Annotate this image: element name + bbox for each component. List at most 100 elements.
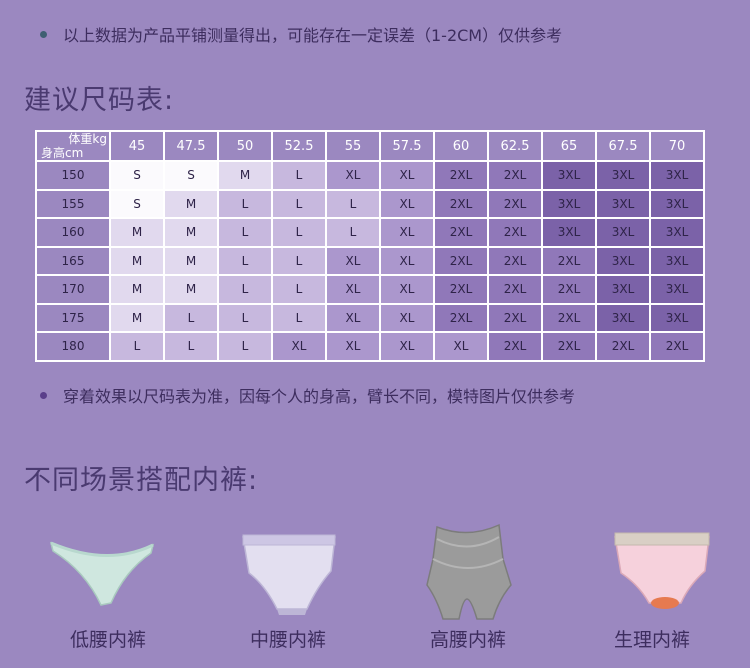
size-cell: 2XL (433, 217, 489, 248)
product-card-mid-waist[interactable]: 中腰内裤 (198, 505, 378, 665)
table-row: 165 M M L L XL XL 2XL 2XL 2XL 3XL 3XL (35, 245, 705, 276)
size-cell: 2XL (487, 331, 543, 362)
size-cell: L (217, 274, 273, 305)
size-cell: 2XL (541, 274, 597, 305)
weight-header-cell: 45 (109, 130, 165, 162)
fit-note: 穿着效果以尺码表为准，因每个人的身高，臂长不同，模特图片仅供参考 (40, 383, 575, 407)
height-header-cell: 165 (35, 245, 111, 276)
size-cell: XL (379, 188, 435, 219)
size-cell: L (271, 245, 327, 276)
weight-header-row: 体重kg 身高cm 45 47.5 50 52.5 55 57.5 60 62.… (35, 130, 705, 162)
period-brief-icon (614, 532, 710, 609)
bullet-dot (40, 391, 47, 399)
size-cell: M (217, 160, 273, 191)
size-table-body: 150 S S M L XL XL 2XL 2XL 3XL 3XL 3XL 155 S M L L L XL 2XL 2… (35, 160, 705, 362)
size-cell: 3XL (649, 274, 705, 305)
size-cell: 2XL (433, 188, 489, 219)
mid-waist-brief-icon (242, 534, 336, 615)
size-cell: 2XL (541, 331, 597, 362)
height-header-cell: 155 (35, 188, 111, 219)
table-row: 170 M M L L XL XL 2XL 2XL 2XL 3XL 3XL (35, 274, 705, 305)
bullet-dot (40, 30, 47, 38)
size-cell: 3XL (541, 160, 597, 191)
high-waist-brief-icon (426, 523, 512, 620)
table-row: 175 M L L L XL XL 2XL 2XL 2XL 3XL 3XL (35, 302, 705, 333)
size-cell: 2XL (541, 245, 597, 276)
size-cell: 3XL (595, 188, 651, 219)
table-row: 155 S M L L L XL 2XL 2XL 3XL 3XL 3XL (35, 188, 705, 219)
measurement-note-text: 以上数据为产品平铺测量得出，可能存在一定误差（1-2CM）仅供参考 (63, 26, 563, 45)
size-cell: 3XL (649, 302, 705, 333)
weight-header-cell: 65 (541, 130, 597, 162)
size-cell: 2XL (595, 331, 651, 362)
size-cell: L (271, 188, 327, 219)
size-cell: L (217, 188, 273, 219)
weight-header-cell: 67.5 (595, 130, 651, 162)
size-cell: 2XL (487, 160, 543, 191)
size-cell: L (325, 188, 381, 219)
size-cell: XL (271, 331, 327, 362)
size-chart-table: 体重kg 身高cm 45 47.5 50 52.5 55 57.5 60 62.… (35, 130, 705, 362)
size-cell: XL (325, 274, 381, 305)
product-card-low-waist[interactable]: 低腰内裤 (18, 505, 198, 665)
size-cell: 2XL (433, 245, 489, 276)
size-cell: 3XL (649, 160, 705, 191)
size-cell: XL (379, 217, 435, 248)
product-label: 生理内裤 (613, 629, 690, 651)
size-cell: 2XL (541, 302, 597, 333)
size-cell: L (163, 302, 219, 333)
size-cell: L (109, 331, 165, 362)
size-cell: 2XL (649, 331, 705, 362)
weight-header-cell: 47.5 (163, 130, 219, 162)
size-cell: 3XL (649, 188, 705, 219)
height-axis-label: 身高cm (41, 146, 84, 160)
size-cell: 3XL (649, 217, 705, 248)
size-cell: 3XL (541, 217, 597, 248)
size-cell: 3XL (595, 245, 651, 276)
size-cell: M (163, 245, 219, 276)
fit-note-text: 穿着效果以尺码表为准，因每个人的身高，臂长不同，模特图片仅供参考 (63, 387, 576, 406)
size-cell: XL (379, 160, 435, 191)
size-cell: XL (379, 302, 435, 333)
size-cell: L (217, 245, 273, 276)
weight-header-cell: 62.5 (487, 130, 543, 162)
weight-header-cell: 60 (433, 130, 489, 162)
low-waist-brief-icon (49, 541, 155, 606)
size-cell: 2XL (487, 302, 543, 333)
size-cell: L (271, 160, 327, 191)
weight-axis-label: 体重kg (68, 132, 107, 146)
product-label: 高腰内裤 (429, 629, 506, 651)
size-cell: L (163, 331, 219, 362)
size-cell: M (109, 245, 165, 276)
size-cell: 2XL (433, 274, 489, 305)
size-cell: 2XL (433, 160, 489, 191)
size-cell: 2XL (487, 217, 543, 248)
size-cell: XL (433, 331, 489, 362)
size-cell: XL (379, 274, 435, 305)
size-cell: 3XL (649, 245, 705, 276)
weight-header-cell: 50 (217, 130, 273, 162)
product-gallery: 低腰内裤 中腰内裤 高腰内裤 生理内裤 (0, 505, 750, 665)
size-cell: XL (325, 160, 381, 191)
product-label: 低腰内裤 (69, 629, 146, 651)
size-cell: L (271, 302, 327, 333)
size-cell: 3XL (595, 274, 651, 305)
size-cell: 3XL (541, 188, 597, 219)
product-card-period[interactable]: 生理内裤 (562, 505, 742, 665)
table-row: 160 M M L L L XL 2XL 2XL 3XL 3XL 3XL (35, 217, 705, 248)
size-cell: L (217, 331, 273, 362)
size-cell: L (325, 217, 381, 248)
height-header-cell: 180 (35, 331, 111, 362)
size-cell: L (217, 217, 273, 248)
size-cell: 2XL (433, 302, 489, 333)
size-chart-heading: 建议尺码表: (24, 85, 175, 116)
size-cell: S (163, 160, 219, 191)
size-cell: XL (325, 245, 381, 276)
size-cell: S (109, 188, 165, 219)
size-cell: L (271, 274, 327, 305)
table-row: 150 S S M L XL XL 2XL 2XL 3XL 3XL 3XL (35, 160, 705, 191)
height-header-cell: 150 (35, 160, 111, 191)
size-cell: M (109, 217, 165, 248)
size-cell: XL (379, 331, 435, 362)
product-card-high-waist[interactable]: 高腰内裤 (378, 505, 558, 665)
